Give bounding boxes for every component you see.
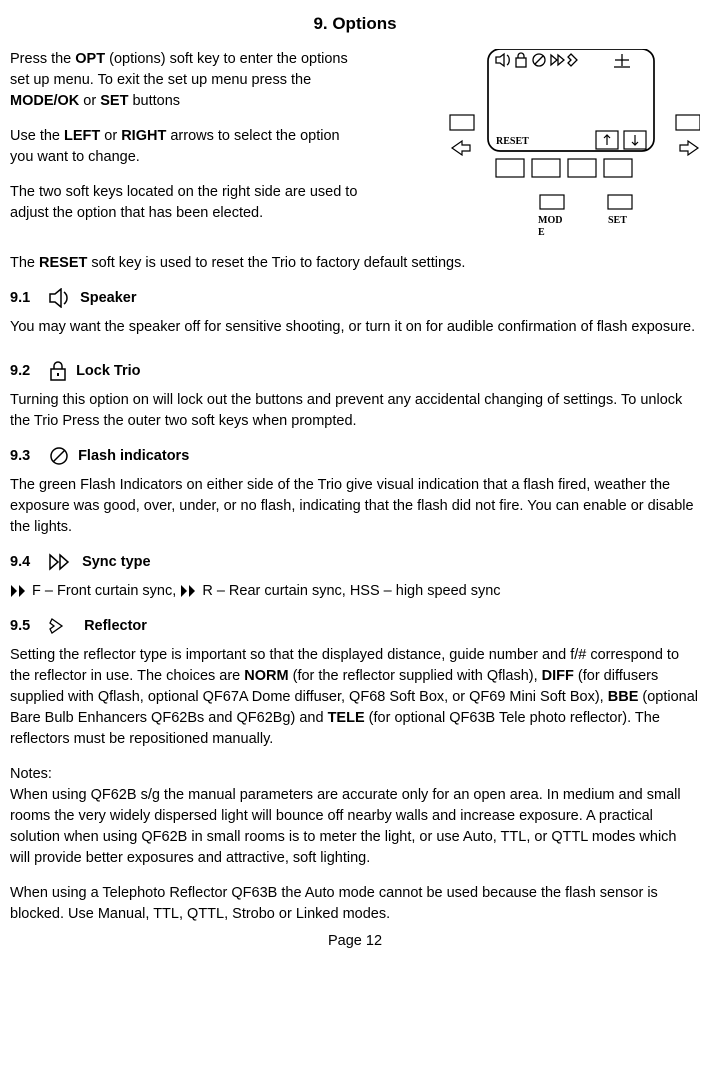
reset-label: RESET	[496, 136, 529, 147]
section-9-2-body: Turning this option on will lock out the…	[10, 390, 700, 432]
reflector-icon	[48, 617, 76, 635]
sync-icon	[48, 553, 74, 571]
section-9-4-head: 9.4 Sync type	[10, 552, 700, 573]
intro-p3: The two soft keys located on the right s…	[10, 182, 360, 224]
section-9-4-body: F – Front curtain sync, R – Rear curtain…	[10, 581, 700, 602]
section-9-3-head: 9.3 Flash indicators	[10, 446, 700, 467]
page-title: 9. Options	[10, 12, 700, 37]
notes-label: Notes:	[10, 764, 700, 785]
page-number: Page 12	[10, 931, 700, 952]
section-9-1-body: You may want the speaker off for sensiti…	[10, 317, 700, 338]
section-9-3-body: The green Flash Indicators on either sid…	[10, 475, 700, 538]
svg-text:E: E	[538, 227, 545, 238]
set-label: SET	[608, 215, 627, 226]
noflash-icon	[48, 446, 70, 466]
section-9-5-head: 9.5 Reflector	[10, 616, 700, 637]
device-diagram: RESET MOD E	[440, 49, 700, 247]
speaker-icon	[48, 288, 72, 308]
notes-1: When using QF62B s/g the manual paramete…	[10, 785, 700, 869]
section-9-5-body: Setting the reflector type is important …	[10, 645, 700, 750]
front-sync-icon	[10, 584, 28, 598]
section-9-2-head: 9.2 Lock Trio	[10, 360, 700, 382]
rear-sync-icon	[180, 584, 198, 598]
intro-p1: Press the OPT (options) soft key to ente…	[10, 49, 360, 112]
intro-block: Press the OPT (options) soft key to ente…	[10, 49, 700, 247]
intro-p2: Use the LEFT or RIGHT arrows to select t…	[10, 126, 360, 168]
mode-label: MOD	[538, 215, 562, 226]
lock-icon	[48, 360, 68, 382]
intro-p4: The RESET soft key is used to reset the …	[10, 253, 700, 274]
notes-2: When using a Telephoto Reflector QF63B t…	[10, 883, 700, 925]
section-9-1-head: 9.1 Speaker	[10, 288, 700, 309]
